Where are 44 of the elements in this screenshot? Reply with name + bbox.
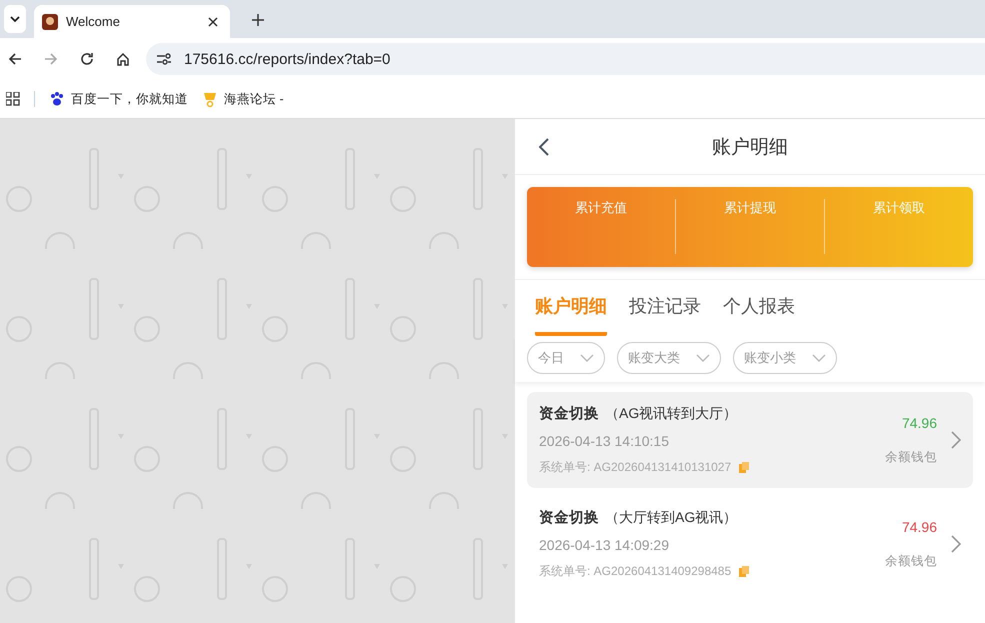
record-time: 2026-04-13 14:09:29 (539, 537, 670, 553)
chevron-down-icon (9, 15, 21, 23)
record-item[interactable]: 资金切换 （AG视讯转到大厅） 2026-04-13 14:10:15 系统单号: AG202604131410131027 74.96 余额钱包 (527, 392, 973, 488)
tab[interactable]: 投注记录 (629, 294, 701, 336)
chevron-right-icon (951, 431, 961, 449)
reload-icon[interactable] (80, 52, 94, 66)
bookmark-item[interactable]: 百度一下，你就知道 (49, 90, 188, 108)
amount-text: 74.96 (902, 518, 937, 534)
bookmark-item[interactable]: 海燕论坛 - (202, 90, 284, 108)
paw-icon (49, 91, 65, 107)
site-favicon-icon (42, 14, 58, 30)
chevron-down-icon (580, 354, 594, 362)
bookmark-label: 百度一下，你就知道 (71, 90, 188, 108)
new-tab-icon[interactable] (252, 14, 264, 26)
chevron-down-icon (812, 354, 826, 362)
record-time: 2026-04-13 14:10:15 (539, 433, 670, 449)
back-chevron-icon[interactable] (539, 138, 549, 156)
home-icon[interactable] (116, 52, 130, 66)
tab[interactable]: 个人报表 (723, 294, 795, 336)
chevron-right-icon (951, 535, 961, 553)
wallet-label: 余额钱包 (885, 552, 937, 570)
order-number: 系统单号: AG202604131409298485 (539, 563, 732, 580)
site-settings-icon[interactable] (156, 52, 172, 66)
record-item[interactable]: 资金切换 （大厅转到AG视讯） 2026-04-13 14:09:29 系统单号: AG202604131409298485 74.96 余额钱包 (527, 496, 973, 592)
url-text: 175616.cc/reports/index?tab=0 (184, 50, 390, 68)
record-title: 资金切换 （AG视讯转到大厅） (539, 404, 738, 423)
page-title: 账户明细 (712, 136, 788, 160)
close-icon[interactable] (208, 16, 218, 26)
bookmark-label: 海燕论坛 - (224, 90, 284, 108)
browser-tab[interactable]: Welcome (34, 5, 230, 38)
record-title: 资金切换 （大厅转到AG视讯） (539, 508, 738, 527)
trophy-icon (202, 91, 218, 107)
amount-text: 74.96 (902, 414, 937, 430)
address-bar[interactable]: 175616.cc/reports/index?tab=0 (146, 43, 985, 75)
summary-label: 累计充值 (575, 199, 627, 217)
tab-title: Welcome (66, 14, 121, 29)
apps-grid-icon[interactable] (6, 92, 20, 106)
summary-label: 累计提现 (724, 199, 776, 217)
chevron-down-icon (696, 354, 710, 362)
back-arrow-icon[interactable] (8, 52, 22, 66)
wallet-label: 余额钱包 (885, 448, 937, 466)
summary-label: 累计领取 (873, 199, 925, 217)
tab-list-button[interactable] (4, 5, 26, 33)
order-number: 系统单号: AG202604131410131027 (539, 459, 732, 476)
